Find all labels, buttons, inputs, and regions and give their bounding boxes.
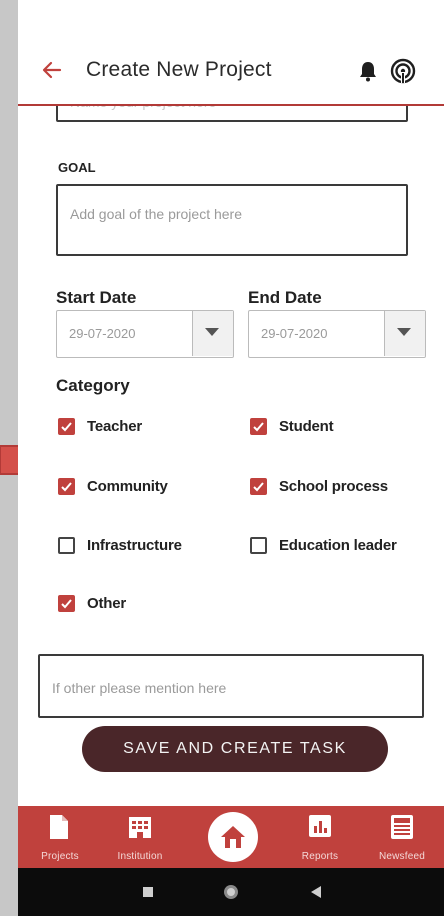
start-date-label: Start Date (56, 288, 137, 307)
nav-label-projects: Projects (41, 851, 79, 862)
category-other[interactable]: Other (58, 595, 126, 612)
category-label-student: Student (279, 418, 334, 435)
category-label-other: Other (87, 595, 127, 612)
back-triangle-icon[interactable] (310, 885, 322, 899)
phone-screen: Name your project here Create New Projec… (18, 0, 444, 916)
category-label: Category (56, 376, 130, 395)
nav-item-projects[interactable]: Projects (20, 806, 100, 868)
bottom-navigation: Projects Institution Reports Newsfeed (18, 806, 444, 868)
start-date-dropdown[interactable] (192, 311, 233, 356)
nav-label-reports: Reports (301, 851, 339, 862)
category-label-community: Community (87, 478, 168, 495)
end-date-picker[interactable]: 29-07-2020 (248, 310, 426, 358)
bar-chart-icon (309, 815, 331, 837)
bell-icon[interactable] (358, 60, 378, 82)
nav-item-newsfeed[interactable]: Newsfeed (362, 806, 442, 868)
goal-placeholder: Add goal of the project here (70, 206, 243, 222)
other-placeholder: If other please mention here (52, 680, 227, 696)
checkbox-checked[interactable] (58, 478, 75, 495)
category-school-process[interactable]: School process (250, 478, 388, 495)
document-icon (50, 815, 68, 839)
home-icon (221, 826, 245, 848)
checkbox-unchecked[interactable] (58, 537, 75, 554)
nav-label-newsfeed: Newsfeed (378, 851, 426, 862)
end-date-value: 29-07-2020 (261, 326, 328, 341)
checkbox-checked[interactable] (58, 595, 75, 612)
category-label-education-leader: Education leader (279, 537, 397, 554)
checkbox-unchecked[interactable] (250, 537, 267, 554)
nav-item-institution[interactable]: Institution (100, 806, 180, 868)
newspaper-icon (391, 815, 413, 839)
start-date-picker[interactable]: 29-07-2020 (56, 310, 234, 358)
broadcast-icon[interactable] (390, 58, 416, 84)
system-navigation-bar (18, 868, 444, 916)
goal-label: GOAL (58, 160, 96, 175)
category-teacher[interactable]: Teacher (58, 418, 142, 435)
category-label-teacher: Teacher (87, 418, 143, 435)
checkbox-checked[interactable] (250, 478, 267, 495)
page-title: Create New Project (86, 58, 272, 81)
category-community[interactable]: Community (58, 478, 168, 495)
category-education-leader[interactable]: Education leader (250, 537, 397, 554)
category-label-school-process: School process (279, 478, 388, 495)
other-category-input[interactable]: If other please mention here (38, 654, 424, 718)
goal-input[interactable]: Add goal of the project here (56, 184, 408, 256)
app-bar: Create New Project (18, 0, 444, 106)
checkbox-checked[interactable] (250, 418, 267, 435)
nav-label-institution: Institution (117, 851, 163, 862)
category-label-infrastructure: Infrastructure (87, 537, 182, 554)
save-and-create-task-button[interactable]: SAVE AND CREATE TASK (82, 726, 388, 772)
nav-item-reports[interactable]: Reports (280, 806, 360, 868)
end-date-dropdown[interactable] (384, 311, 425, 356)
checkbox-checked[interactable] (58, 418, 75, 435)
end-date-label: End Date (248, 288, 322, 307)
recents-square-icon[interactable] (142, 886, 154, 898)
nav-item-home[interactable] (208, 812, 258, 862)
back-arrow-icon[interactable] (40, 58, 64, 82)
building-icon (129, 817, 151, 838)
start-date-value: 29-07-2020 (69, 326, 136, 341)
category-student[interactable]: Student (250, 418, 334, 435)
home-circle-icon[interactable] (222, 883, 240, 901)
category-infrastructure[interactable]: Infrastructure (58, 537, 182, 554)
chevron-down-icon (397, 328, 411, 336)
chevron-down-icon (205, 328, 219, 336)
